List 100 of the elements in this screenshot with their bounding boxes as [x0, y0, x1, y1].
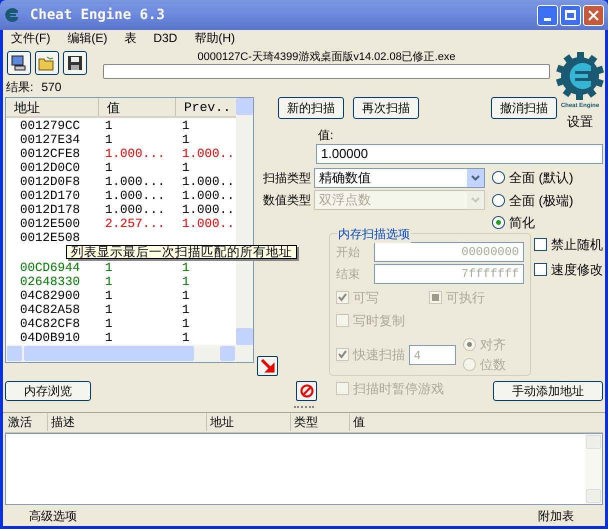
stop-label: 结束 [336, 266, 361, 282]
address-cell-text: 0012E508 [19, 231, 82, 245]
checkbox[interactable] [534, 263, 547, 276]
menu-item[interactable]: 编辑(E) [67, 29, 108, 47]
minimize-button[interactable] [537, 4, 558, 26]
address-cell-text: 00127E34 [19, 133, 82, 147]
address-cell-text: 0012D0F8 [19, 175, 82, 189]
undo-scan-button[interactable]: 撤消扫描 [491, 97, 557, 119]
option-label: 禁止随机 [551, 236, 603, 254]
new-scan-button[interactable]: 新的扫描 [278, 97, 344, 119]
table-extras-link[interactable]: 附加表 [538, 507, 574, 525]
dropdown[interactable]: 精确数值 [314, 168, 485, 188]
stop-icon[interactable] [296, 380, 317, 400]
previous-value-cell-text: 1 [181, 119, 191, 133]
previous-value-cell-text: 1 [181, 303, 191, 317]
value-cell-text: 1 [104, 161, 114, 175]
radio-label: 简化 [509, 214, 535, 232]
column-header[interactable]: 值 [98, 98, 175, 116]
address-cell-text: 0012D0C0 [19, 161, 82, 175]
value-cell-text: 1.000... [104, 203, 166, 217]
option-label: 可执行 [446, 288, 485, 306]
close-button[interactable] [583, 4, 604, 26]
column-header[interactable]: 描述 [47, 413, 206, 431]
previous-value-cell-text: 1 [181, 331, 191, 345]
previous-value-cell-text: 1.000.. [181, 189, 236, 203]
folder-icon[interactable] [35, 51, 59, 75]
column-header[interactable]: 类型 [290, 413, 349, 431]
address-cell-text: 0012CFE8 [19, 147, 82, 161]
previous-value-cell-text: 1 [181, 317, 191, 331]
value-cell-text: 1.000... [104, 147, 166, 161]
close-icon [588, 10, 599, 20]
value-cell-text: 1 [104, 317, 114, 331]
menu-item[interactable]: 文件(F) [11, 29, 50, 47]
value-cell-text: 1 [104, 289, 114, 303]
option-label: 写时复制 [353, 312, 405, 330]
option-label: 可写 [353, 288, 379, 306]
radio-label: 对齐 [480, 336, 506, 354]
maximize-button[interactable] [560, 4, 581, 26]
value-type-label: 数值类型 [262, 192, 311, 209]
horizontal-scrollbar[interactable] [6, 345, 253, 362]
column-header[interactable]: 值 [349, 413, 603, 431]
scan-type-label: 扫描类型 [262, 170, 311, 187]
previous-value-cell-text: 1 [181, 133, 191, 147]
settings-label: 设置 [567, 113, 593, 131]
tooltip: 列表显示最后一次扫描匹配的所有地址 [66, 245, 297, 259]
previous-value-cell-text: 1 [181, 161, 191, 175]
option-label: 速度修改 [551, 261, 603, 279]
previous-value-cell-text: 1.000.. [181, 217, 236, 231]
value-cell-text: 1 [104, 261, 114, 275]
start-label: 开始 [336, 244, 361, 260]
value-input[interactable]: 1.00000 [316, 144, 603, 164]
address-cell-text: 02648330 [19, 275, 82, 289]
address-cell-text: 04C82900 [19, 289, 82, 303]
next-scan-button[interactable]: 再次扫描 [353, 97, 419, 119]
value-cell-text: 1 [104, 119, 114, 133]
memory-view-button[interactable]: 内存浏览 [5, 380, 91, 400]
menu-item[interactable]: 表 [124, 29, 136, 47]
results-label: 结果: [6, 79, 34, 96]
column-header[interactable]: 地址 [6, 98, 98, 116]
previous-value-cell-text: 1.000.. [181, 203, 236, 217]
address-cell-text: 001279CC [19, 119, 82, 133]
value-cell-text: 1.000... [104, 175, 166, 189]
column-header[interactable]: 激活 [5, 413, 47, 431]
option-label: 扫描时暂停游戏 [353, 380, 444, 398]
window-title: Cheat Engine 6.3 [30, 6, 165, 24]
advanced-options-link[interactable]: 高级选项 [29, 507, 77, 525]
menu-item[interactable]: D3D [153, 29, 178, 47]
value-cell-text: 1 [104, 331, 114, 345]
address-cell-text: 04C82A58 [19, 303, 82, 317]
column-header[interactable]: 地址 [206, 413, 290, 431]
computer-icon[interactable] [7, 51, 31, 75]
address-cell-text: 04C82CF8 [19, 317, 82, 331]
radio-button[interactable] [492, 216, 505, 230]
add-address-button[interactable]: 手动添加地址 [493, 380, 603, 400]
address-cell-text: 00CD6944 [19, 261, 82, 275]
value-cell-text: 2.257... [104, 217, 166, 231]
vertical-scrollbar[interactable] [585, 434, 602, 504]
process-name: 0000127C-天琦4399游戏桌面版v14.02.08已修正.exe [196, 51, 456, 64]
radio-label: 位数 [480, 356, 506, 374]
previous-value-cell-text: 1 [181, 275, 191, 289]
previous-value-cell-text: 1.000.. [181, 147, 236, 161]
option-label: 快速扫描 [353, 346, 405, 364]
checkbox[interactable] [534, 238, 547, 251]
previous-value-cell-text: 1 [181, 289, 191, 303]
previous-value-cell-text: 1 [181, 261, 191, 275]
address-cell-text: 0012D170 [19, 189, 82, 203]
address-cell-text: 0012E500 [19, 217, 82, 231]
menu-item[interactable]: 帮助(H) [194, 29, 236, 47]
radio-button[interactable] [492, 194, 505, 207]
results-count: 570 [41, 79, 62, 96]
value-label: 值: [318, 127, 334, 144]
radio-label: 全面 (默认) [509, 169, 574, 187]
radio-label: 全面 (极端) [509, 192, 574, 210]
value-cell-text: 1 [104, 275, 114, 289]
radio-button[interactable] [492, 171, 505, 184]
value-cell-text: 1 [104, 303, 114, 317]
previous-value-cell-text: 1.000.. [181, 175, 236, 189]
address-cell-text: 0012D178 [19, 203, 82, 217]
address-cell-text: 04D0B910 [19, 331, 82, 345]
value-cell-text: 1 [104, 133, 114, 147]
